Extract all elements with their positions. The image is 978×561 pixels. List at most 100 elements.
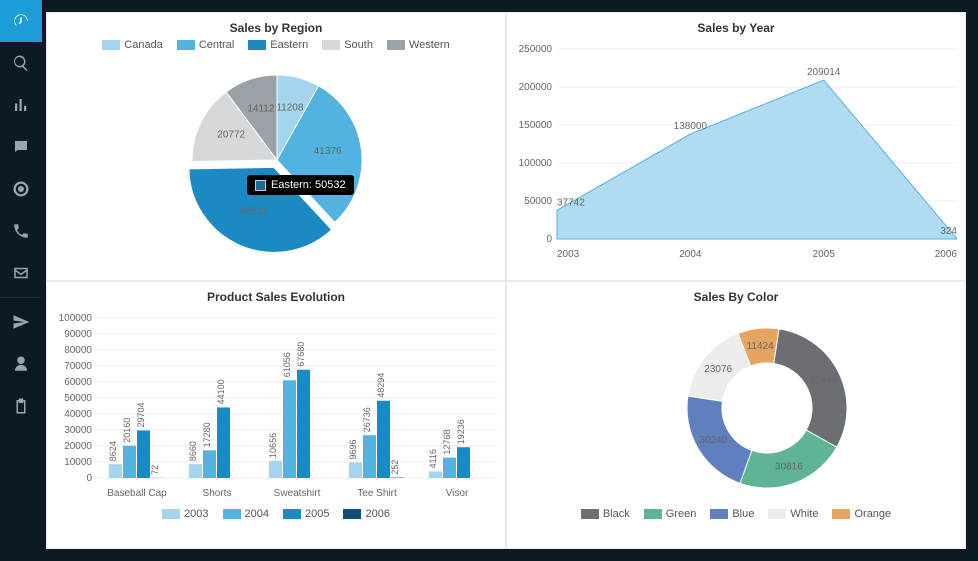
legend-item[interactable]: 2003 <box>162 508 208 520</box>
svg-text:8660: 8660 <box>188 441 198 461</box>
svg-text:2003: 2003 <box>557 249 580 260</box>
svg-text:61056: 61056 <box>282 352 292 377</box>
legend-item[interactable]: Black <box>581 508 630 520</box>
svg-text:10000: 10000 <box>64 457 92 468</box>
svg-text:30816: 30816 <box>775 461 803 472</box>
svg-text:Baseball Cap: Baseball Cap <box>107 488 167 499</box>
legend-item[interactable]: 2006 <box>343 508 389 520</box>
svg-text:42444: 42444 <box>809 375 837 386</box>
panel-title: Sales by Year <box>507 13 965 39</box>
target-icon <box>12 180 30 198</box>
legend-item[interactable]: 2005 <box>283 508 329 520</box>
svg-text:72: 72 <box>150 464 160 474</box>
sidebar-mail[interactable] <box>0 252 42 294</box>
svg-text:4116: 4116 <box>428 449 438 468</box>
area-chart-year[interactable]: 0500001000001500002000002500003774220031… <box>507 39 965 269</box>
sidebar-analytics[interactable] <box>0 84 42 126</box>
svg-text:30000: 30000 <box>64 425 92 436</box>
svg-text:250000: 250000 <box>519 44 553 55</box>
svg-text:80000: 80000 <box>64 345 92 356</box>
user-icon <box>12 355 30 373</box>
legend-region: Canada Central Eastern South Western <box>47 39 505 55</box>
sidebar-tasks[interactable] <box>0 385 42 427</box>
svg-text:2004: 2004 <box>679 249 702 260</box>
svg-text:23076: 23076 <box>704 363 732 374</box>
panel-title: Sales by Region <box>47 13 505 39</box>
svg-text:41376: 41376 <box>314 146 342 157</box>
sidebar-user[interactable] <box>0 343 42 385</box>
app-root: Sales by Region Canada Central Eastern S… <box>0 0 978 561</box>
svg-text:2005: 2005 <box>813 249 836 260</box>
svg-text:11208: 11208 <box>276 103 304 114</box>
pie-chart-region[interactable]: 1120841376505322077214112 Eastern: 50532 <box>47 55 505 255</box>
sidebar-search[interactable] <box>0 42 42 84</box>
paper-plane-icon <box>12 313 30 331</box>
legend-item[interactable]: South <box>322 39 373 51</box>
svg-text:Sweatshirt: Sweatshirt <box>274 488 321 499</box>
legend-item[interactable]: Green <box>644 508 697 520</box>
svg-text:138000: 138000 <box>674 121 708 132</box>
svg-text:40000: 40000 <box>64 409 92 420</box>
donut-chart-color[interactable]: 42444 30816 30240 23076 11424 <box>507 308 965 508</box>
svg-text:0: 0 <box>546 234 552 245</box>
svg-text:Visor: Visor <box>446 488 469 499</box>
sidebar-targets[interactable] <box>0 168 42 210</box>
panel-title: Sales By Color <box>507 282 965 308</box>
svg-text:17280: 17280 <box>202 422 212 447</box>
svg-text:12768: 12768 <box>442 429 452 454</box>
svg-text:8624: 8624 <box>108 441 118 461</box>
svg-text:209014: 209014 <box>807 67 841 78</box>
phone-icon <box>12 222 30 240</box>
svg-text:90000: 90000 <box>64 329 92 340</box>
svg-text:30240: 30240 <box>699 435 727 446</box>
legend-product: 2003 2004 2005 2006 <box>47 508 505 524</box>
svg-text:20160: 20160 <box>122 417 132 442</box>
svg-text:37742: 37742 <box>557 197 585 208</box>
bar-chart-icon <box>12 96 30 114</box>
legend-item[interactable]: Central <box>177 39 234 51</box>
panel-sales-by-year: Sales by Year 05000010000015000020000025… <box>506 12 966 281</box>
svg-text:26736: 26736 <box>362 407 372 432</box>
sidebar-send[interactable] <box>0 301 42 343</box>
panel-sales-by-color: Sales By Color 42444 30816 30240 23076 11424… <box>506 281 966 550</box>
svg-text:200000: 200000 <box>519 82 553 93</box>
panel-title: Product Sales Evolution <box>47 282 505 308</box>
svg-text:2006: 2006 <box>935 249 958 260</box>
legend-item[interactable]: Orange <box>832 508 891 520</box>
dashboard-icon <box>12 12 30 30</box>
svg-text:9696: 9696 <box>348 439 358 459</box>
sidebar-dashboard[interactable] <box>0 0 42 42</box>
svg-text:20000: 20000 <box>64 441 92 452</box>
legend-item[interactable]: White <box>768 508 818 520</box>
panel-sales-by-region: Sales by Region Canada Central Eastern S… <box>46 12 506 281</box>
svg-text:70000: 70000 <box>64 361 92 372</box>
svg-text:50000: 50000 <box>524 196 552 207</box>
svg-text:11424: 11424 <box>747 340 775 351</box>
dashboard-content: Sales by Region Canada Central Eastern S… <box>46 12 966 549</box>
svg-text:100000: 100000 <box>59 313 93 324</box>
legend-item[interactable]: Blue <box>710 508 754 520</box>
envelope-icon <box>12 264 30 282</box>
svg-text:20772: 20772 <box>217 130 245 141</box>
sidebar-calls[interactable] <box>0 210 42 252</box>
svg-text:19236: 19236 <box>456 419 466 444</box>
pie-tooltip: Eastern: 50532 <box>247 175 354 195</box>
svg-text:48294: 48294 <box>376 372 386 397</box>
legend-item[interactable]: Canada <box>102 39 163 51</box>
svg-text:Tee Shirt: Tee Shirt <box>357 488 397 499</box>
sidebar-messages[interactable] <box>0 126 42 168</box>
svg-text:252: 252 <box>390 459 400 474</box>
bar-chart-product[interactable]: 0 10000 20000 30000 40000 50000 60000 70000 8000… <box>47 308 505 508</box>
legend-color: Black Green Blue White Orange <box>507 508 965 524</box>
legend-item[interactable]: Western <box>387 39 450 51</box>
svg-text:60000: 60000 <box>64 377 92 388</box>
svg-text:44100: 44100 <box>216 379 226 404</box>
svg-text:100000: 100000 <box>519 158 553 169</box>
legend-item[interactable]: Eastern <box>248 39 308 51</box>
search-icon <box>12 54 30 72</box>
svg-text:0: 0 <box>86 473 92 484</box>
panel-product-sales: Product Sales Evolution 0 10000 20000 30000… <box>46 281 506 550</box>
svg-text:50000: 50000 <box>64 393 92 404</box>
legend-item[interactable]: 2004 <box>223 508 269 520</box>
svg-text:10656: 10656 <box>268 432 278 457</box>
